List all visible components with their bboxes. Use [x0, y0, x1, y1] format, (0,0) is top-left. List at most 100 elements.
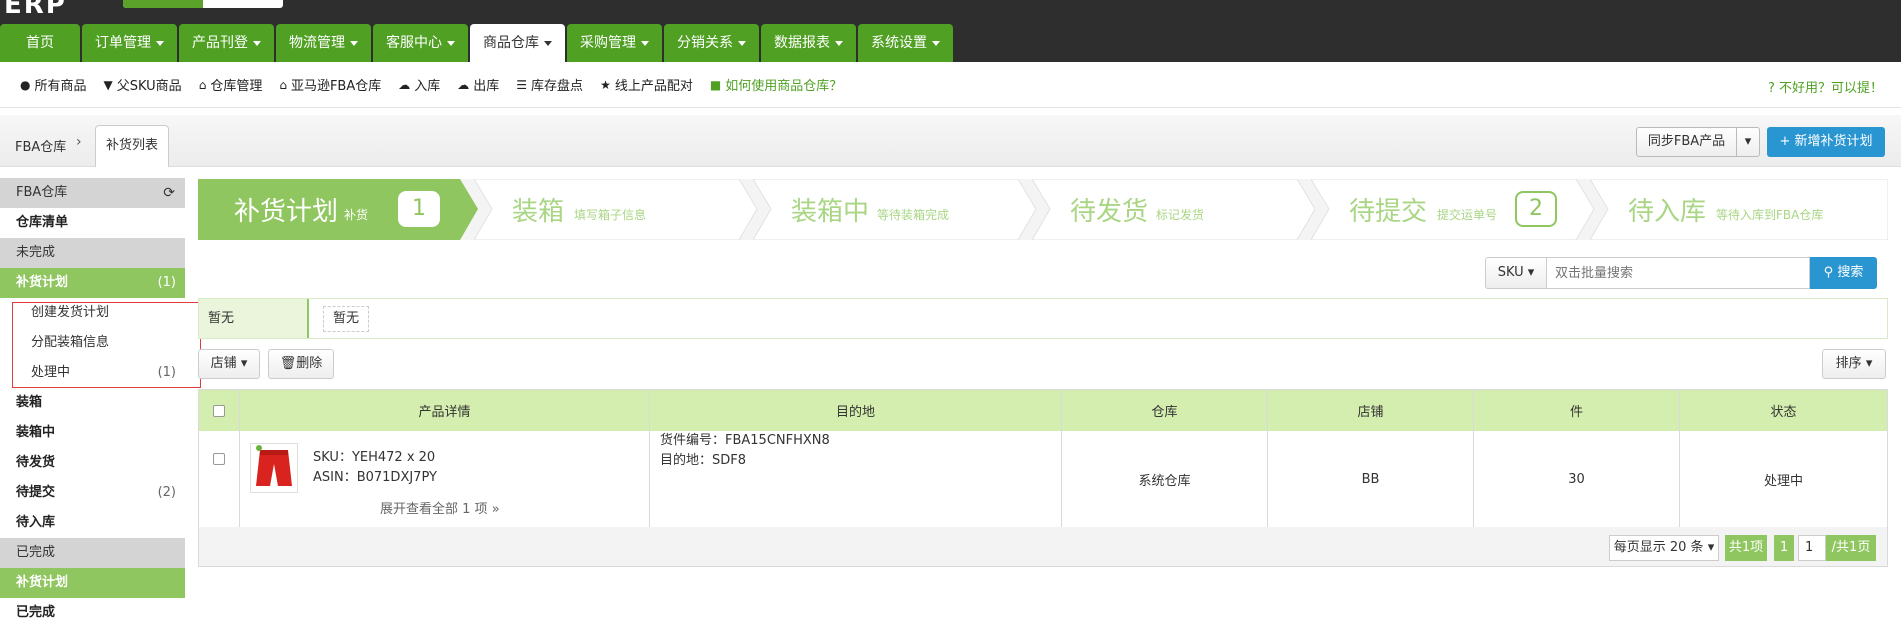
subnav-all-products[interactable]: ● 所有商品 [20, 75, 87, 95]
nav-home[interactable]: 首页 [0, 24, 80, 62]
sidebar-item-to-ship[interactable]: 待发货 [0, 448, 185, 478]
sidebar-section-done: 已完成 [0, 538, 185, 568]
subnav-stocktake[interactable]: ☰ 库存盘点 [516, 75, 583, 95]
sidebar-section-incomplete: 未完成 [0, 238, 185, 268]
step-to-receive[interactable]: 待入库 等待入库到FBA仓库 [1590, 179, 1888, 240]
header-destination: 目的地 [650, 390, 1062, 431]
video-icon: ■ [709, 77, 722, 92]
sidebar-item-to-receive[interactable]: 待入库 [0, 508, 185, 538]
tab-replenish-list[interactable]: 补货列表 [95, 125, 169, 167]
per-page-select[interactable]: 每页显示 20 条 ▾ [1609, 535, 1719, 561]
row-checkbox[interactable] [213, 453, 225, 465]
sidebar-item-plan[interactable]: 补货计划 (1) [0, 268, 185, 298]
chevron-right-icon: › [76, 134, 82, 150]
replenish-table: 产品详情 目的地 仓库 店铺 件 状态 SKU：YEH472 x 20 ASIN… [198, 389, 1888, 528]
pagination-bar: 每页显示 20 条 ▾ 共1项 1 1 /共1页 [198, 527, 1888, 567]
home-icon: ⌂ [279, 77, 287, 92]
nav-reports[interactable]: 数据报表 [761, 24, 856, 62]
nav-listing[interactable]: 产品刊登 [179, 24, 274, 62]
caret-down-icon [253, 40, 261, 46]
breadcrumb-root[interactable]: FBA仓库 [15, 136, 66, 155]
filter-chip[interactable]: 暂无 [323, 306, 369, 332]
top-header: ERP 首页 订单管理 产品刊登 物流管理 客服中心 商品仓库 采购管理 分销关… [0, 0, 1901, 62]
sidebar-item-boxing-in-progress[interactable]: 装箱中 [0, 418, 185, 448]
nav-logistics[interactable]: 物流管理 [276, 24, 371, 62]
store-cell: BB [1268, 431, 1474, 527]
row-select-cell [199, 431, 240, 527]
select-all-checkbox[interactable] [213, 404, 225, 417]
caret-down-icon: ▾ [1865, 356, 1873, 371]
nav-service[interactable]: 客服中心 [373, 24, 468, 62]
product-sku: SKU：YEH472 x 20 [313, 450, 436, 465]
sidebar-title: FBA仓库 ⟳ [0, 178, 185, 208]
nav-warehouse[interactable]: 商品仓库 [470, 24, 565, 62]
search-button[interactable]: ⚲ 搜索 [1810, 257, 1877, 289]
sidebar-item-done[interactable]: 已完成 [0, 598, 185, 628]
sidebar-item-to-submit[interactable]: 待提交 (2) [0, 478, 185, 508]
destination-cell: 货件编号：FBA15CNFHXN8 目的地：SDF8 [650, 431, 1062, 527]
destination-code: 目的地：SDF8 [660, 453, 747, 468]
caret-down-icon [738, 40, 746, 46]
star-icon: ★ [600, 77, 611, 92]
step-plan[interactable]: 补货计划 补货 1 [198, 179, 480, 240]
page-input[interactable]: 1 [1798, 535, 1826, 561]
product-thumbnail[interactable] [250, 443, 298, 493]
caret-down-icon [641, 40, 649, 46]
page-current[interactable]: 1 [1774, 535, 1794, 561]
main-nav: 首页 订单管理 产品刊登 物流管理 客服中心 商品仓库 采购管理 分销关系 数据… [0, 24, 955, 62]
subnav-help-video[interactable]: ■ 如何使用商品仓库？ [709, 75, 842, 95]
sidebar-item-boxing[interactable]: 装箱 [0, 388, 185, 418]
search-input[interactable] [1547, 257, 1810, 289]
sort-button[interactable]: 排序 ▾ [1822, 349, 1886, 379]
header-qty: 件 [1474, 390, 1680, 431]
caret-down-icon: ▾ [1527, 265, 1535, 280]
subnav-online-match[interactable]: ★ 线上产品配对 [600, 75, 693, 95]
subnav-warehouse-manage[interactable]: ⌂ 仓库管理 [199, 75, 263, 95]
sidebar-item-inventory[interactable]: 仓库清单 [0, 208, 185, 238]
caret-down-icon [156, 40, 164, 46]
subnav-inbound[interactable]: ☁ 入库 [398, 75, 440, 95]
warehouse-subnav: ● 所有商品 ▼ 父SKU商品 ⌂ 仓库管理 ⌂ 亚马逊FBA仓库 ☁ 入库 ☁ 出库 ☰ 库… [0, 62, 1901, 108]
select-all-cell [199, 390, 240, 431]
caret-down-icon [932, 40, 940, 46]
feedback-link[interactable]: ? 不好用？可以提！ [1768, 77, 1883, 96]
nav-purchase[interactable]: 采购管理 [567, 24, 662, 62]
expand-items-link[interactable]: 展开查看全部 1 项 » [380, 498, 500, 517]
new-replenish-plan-button[interactable]: + 新增补货计划 [1767, 127, 1885, 157]
subnav-outbound[interactable]: ☁ 出库 [457, 75, 499, 95]
step-boxing-progress[interactable]: 装箱中 等待装箱完成 [753, 179, 1038, 240]
total-pages: /共1页 [1826, 535, 1876, 561]
refresh-icon[interactable]: ⟳ [163, 178, 175, 208]
total-count: 共1项 [1725, 535, 1767, 561]
cloud-upload-icon: ☁ [398, 77, 411, 92]
nav-orders[interactable]: 订单管理 [82, 24, 177, 62]
table-row[interactable]: SKU：YEH472 x 20 ASIN：B071DXJ7PY 展开查看全部 1… [199, 431, 1887, 527]
search-field-select[interactable]: SKU ▾ [1485, 257, 1547, 289]
workflow-steps: 补货计划 补货 1 装箱 填写箱子信息 装箱中 等待装箱完成 待发货 标记发货 … [198, 179, 1888, 240]
double-chevron-down-icon: » [491, 502, 500, 517]
header-shortcut-green[interactable] [123, 0, 203, 8]
subnav-parent-sku[interactable]: ▼ 父SKU商品 [104, 75, 182, 95]
step-boxing[interactable]: 装箱 填写箱子信息 [474, 179, 759, 240]
product-cell: SKU：YEH472 x 20 ASIN：B071DXJ7PY 展开查看全部 1… [240, 431, 650, 527]
search-icon: ⚲ [1823, 265, 1834, 280]
status-cell: 处理中 [1763, 473, 1803, 489]
nav-distribution[interactable]: 分销关系 [664, 24, 759, 62]
subnav-fba-warehouse[interactable]: ⌂ 亚马逊FBA仓库 [279, 75, 381, 95]
header-status: 状态 [1770, 405, 1797, 420]
step-to-submit[interactable]: 待提交 提交运单号 2 [1311, 179, 1596, 240]
nav-settings[interactable]: 系统设置 [858, 24, 953, 62]
delete-button[interactable]: 🗑删除 [268, 349, 334, 379]
caret-down-icon: ▾ [1707, 540, 1715, 555]
caret-down-icon[interactable]: ▾ [1737, 128, 1759, 156]
table-header: 产品详情 目的地 仓库 店铺 件 状态 [199, 390, 1887, 431]
sidebar-item-done-plan[interactable]: 补货计划 [0, 568, 185, 598]
step-to-ship[interactable]: 待发货 标记发货 [1032, 179, 1317, 240]
store-filter-button[interactable]: 店铺 ▾ [198, 349, 260, 379]
caret-down-icon: ▾ [240, 356, 248, 371]
product-asin: ASIN：B071DXJ7PY [313, 470, 437, 485]
sync-fba-button[interactable]: 同步FBA产品 ▾ [1636, 127, 1760, 157]
red-shorts-image [256, 445, 292, 486]
header-warehouse: 仓库 [1062, 390, 1268, 431]
logo[interactable]: ERP [4, 0, 67, 20]
